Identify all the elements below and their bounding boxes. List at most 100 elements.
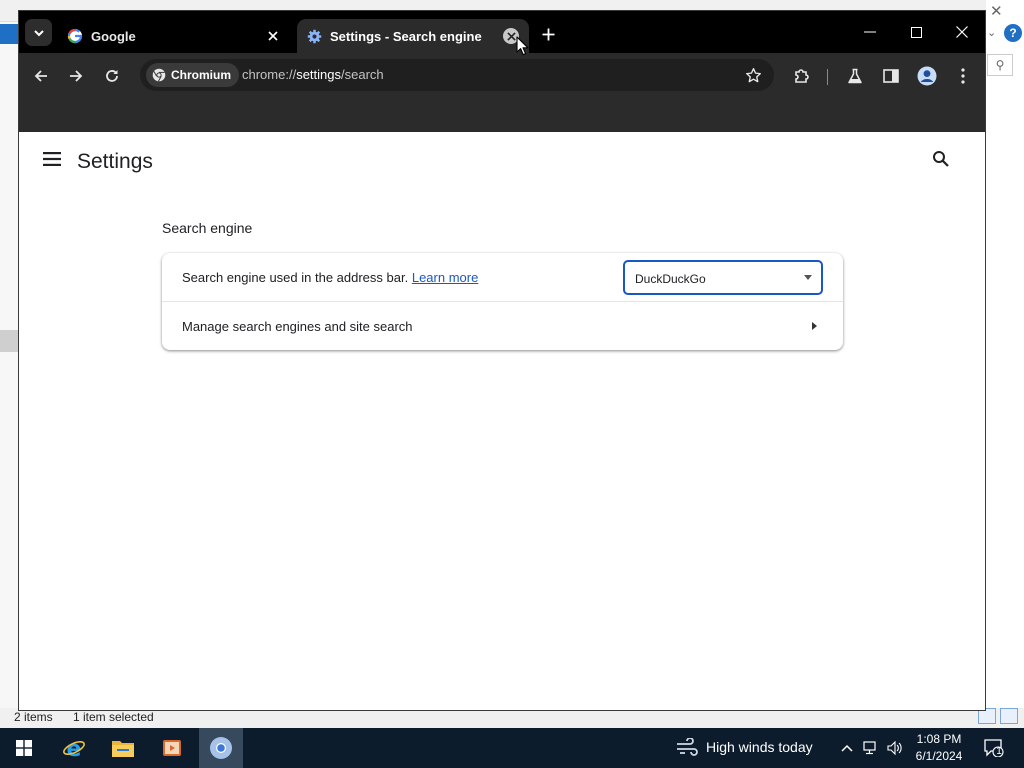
taskbar-internet-explorer[interactable]: e xyxy=(52,728,96,768)
bookmark-star-button[interactable] xyxy=(742,64,764,86)
labs-button[interactable] xyxy=(842,63,868,89)
explorer-status-bar: 2 items 1 item selected xyxy=(0,708,1024,728)
extensions-button[interactable] xyxy=(789,63,815,89)
reload-icon xyxy=(106,70,118,82)
chevron-right-icon xyxy=(812,322,817,330)
tab-google[interactable]: Google xyxy=(57,19,291,53)
url-text[interactable]: chrome://settings/search xyxy=(242,67,384,82)
search-settings-icon[interactable] xyxy=(932,150,954,172)
browser-titlebar: Google Settings - Search engine xyxy=(19,11,985,53)
search-engine-dropdown[interactable]: DuckDuckGo xyxy=(623,260,823,295)
background-chevron-icon[interactable]: ⌄ xyxy=(987,26,996,39)
dropdown-arrow-icon xyxy=(804,275,812,280)
side-panel-button[interactable] xyxy=(878,63,904,89)
forward-arrow-icon xyxy=(70,70,83,82)
network-tray-icon[interactable] xyxy=(862,738,880,758)
minimize-icon xyxy=(864,31,876,33)
wind-icon xyxy=(677,738,698,756)
manage-search-engines-label: Manage search engines and site search xyxy=(182,319,413,334)
browser-toolbar: Chromium chrome://settings/search xyxy=(19,53,985,99)
chevron-up-icon xyxy=(841,744,853,752)
bookmarks-bar xyxy=(19,99,985,132)
forward-button[interactable] xyxy=(63,63,89,89)
hamburger-menu-icon[interactable] xyxy=(43,152,63,168)
status-items-count: 2 items xyxy=(14,710,53,724)
dropdown-selected-value: DuckDuckGo xyxy=(635,272,706,286)
site-info-chip[interactable]: Chromium xyxy=(146,63,239,87)
chromium-icon xyxy=(152,68,166,82)
svg-text:e: e xyxy=(67,737,82,760)
browser-window: Google Settings - Search engine Chromium… xyxy=(18,10,986,711)
puzzle-icon xyxy=(795,69,809,83)
maximize-button[interactable] xyxy=(903,19,929,45)
plus-icon xyxy=(542,28,554,40)
status-selected-count: 1 item selected xyxy=(73,710,154,724)
toolbar-divider xyxy=(827,69,828,85)
google-icon xyxy=(67,28,83,44)
search-engine-label: Search engine used in the address bar. L… xyxy=(182,270,478,285)
url-host: settings xyxy=(296,67,341,82)
taskbar-file-explorer[interactable] xyxy=(101,728,145,768)
background-close-icon[interactable]: ✕ xyxy=(990,2,1003,20)
large-icons-view-icon[interactable] xyxy=(1000,708,1018,724)
reload-button[interactable] xyxy=(99,63,125,89)
profile-button[interactable] xyxy=(914,63,940,89)
start-button[interactable] xyxy=(2,728,46,768)
folder-icon xyxy=(112,741,134,757)
background-nav-item xyxy=(0,330,18,352)
volume-tray-icon[interactable] xyxy=(886,738,904,758)
notification-count-badge: 1 xyxy=(996,745,1002,757)
weather-text: High winds today xyxy=(706,739,813,755)
settings-page: Settings Search engine Search engine use… xyxy=(19,132,985,710)
windows-logo-icon xyxy=(16,740,32,756)
flask-icon xyxy=(848,68,862,84)
speaker-icon xyxy=(887,741,902,755)
minimize-button[interactable] xyxy=(857,19,883,45)
mouse-cursor-icon xyxy=(516,36,529,56)
new-tab-button[interactable] xyxy=(537,23,559,45)
gear-icon xyxy=(307,29,322,43)
avatar-icon xyxy=(917,66,937,86)
taskbar: e High winds today 1:08 PM 6/1/2024 1 xyxy=(0,728,1024,768)
page-title: Settings xyxy=(77,150,153,173)
search-engine-card: Search engine used in the address bar. L… xyxy=(162,253,843,350)
help-icon[interactable]: ? xyxy=(1004,24,1022,42)
chromium-icon xyxy=(210,737,232,759)
weather-widget[interactable]: High winds today xyxy=(676,738,813,756)
side-panel-icon xyxy=(883,69,899,83)
clock-time: 1:08 PM xyxy=(916,732,962,746)
network-icon xyxy=(863,741,876,755)
url-path: /search xyxy=(341,67,384,82)
close-icon xyxy=(956,26,968,38)
search-engine-row: Search engine used in the address bar. L… xyxy=(162,253,843,302)
system-clock[interactable]: 1:08 PM 6/1/2024 xyxy=(904,731,974,765)
site-chip-label: Chromium xyxy=(171,68,231,82)
media-player-icon xyxy=(163,740,181,756)
clock-date: 6/1/2024 xyxy=(915,749,963,763)
tab-settings[interactable]: Settings - Search engine xyxy=(297,19,529,53)
learn-more-link[interactable]: Learn more xyxy=(412,270,478,285)
background-nav-selected xyxy=(0,24,18,44)
star-icon xyxy=(745,67,761,82)
url-prefix: chrome:// xyxy=(242,67,297,82)
back-arrow-icon xyxy=(34,70,47,82)
show-hidden-icons-button[interactable] xyxy=(838,738,856,758)
taskbar-chromium[interactable] xyxy=(199,728,243,768)
back-button[interactable] xyxy=(28,63,54,89)
more-vert-icon xyxy=(961,68,965,84)
tab-title: Settings - Search engine xyxy=(330,28,482,44)
chevron-down-icon xyxy=(33,29,44,36)
manage-search-engines-row[interactable]: Manage search engines and site search xyxy=(162,302,843,350)
close-window-button[interactable] xyxy=(949,19,975,45)
close-tab-icon[interactable] xyxy=(265,28,281,44)
tab-title: Google xyxy=(91,28,136,44)
background-search-icon[interactable]: ⚲ xyxy=(987,54,1013,76)
section-title: Search engine xyxy=(162,220,253,236)
taskbar-media-player[interactable] xyxy=(150,728,194,768)
address-bar[interactable]: Chromium chrome://settings/search xyxy=(140,59,774,91)
tab-search-button[interactable] xyxy=(25,19,52,46)
more-menu-button[interactable] xyxy=(950,63,976,89)
maximize-icon xyxy=(910,26,922,38)
search-engine-description: Search engine used in the address bar. xyxy=(182,270,409,285)
background-nav-pane xyxy=(0,22,18,712)
